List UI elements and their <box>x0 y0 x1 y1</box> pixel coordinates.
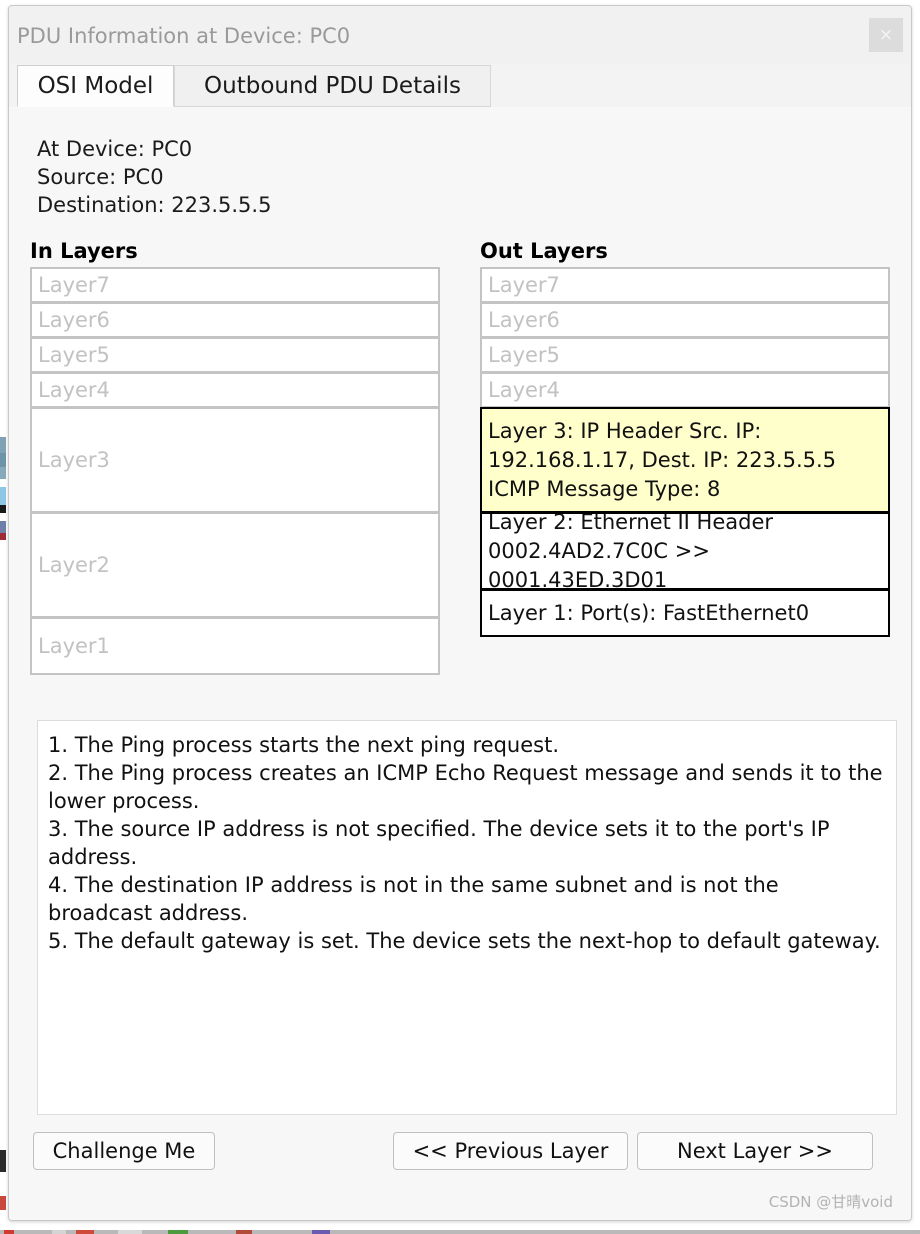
close-button[interactable]: × <box>869 18 903 52</box>
background-artifact <box>0 487 6 505</box>
pdu-information-dialog: PDU Information at Device: PC0 × OSI Mod… <box>8 5 912 1221</box>
in-layer-box-label: Layer1 <box>38 634 110 658</box>
out-layer-box-5[interactable]: Layer 3: IP Header Src. IP: 192.168.1.17… <box>480 407 890 513</box>
osi-model-panel: At Device: PC0 Source: PC0 Destination: … <box>9 107 911 1220</box>
out-layer-box-3[interactable]: Layer5 <box>480 337 890 373</box>
watermark: CSDN @甘晴void <box>768 1193 893 1211</box>
out-layers-heading: Out Layers <box>480 239 608 263</box>
device-info-block: At Device: PC0 Source: PC0 Destination: … <box>37 135 271 219</box>
background-artifact <box>0 437 6 453</box>
out-layer-box-label: Layer4 <box>488 378 560 402</box>
out-layer-box-label: Layer 2: Ethernet II Header 0002.4AD2.7C… <box>488 512 773 590</box>
in-layers-stack: Layer7 Layer6 Layer5 Layer4 Layer3 Layer2 Laye… <box>30 267 440 675</box>
in-layer-box-4[interactable]: Layer4 <box>30 372 440 408</box>
in-layer-box-6[interactable]: Layer2 <box>30 512 440 618</box>
in-layer-box-1[interactable]: Layer7 <box>30 267 440 303</box>
out-layer-box-label: Layer 1: Port(s): FastEthernet0 <box>488 600 810 625</box>
in-layer-box-label: Layer5 <box>38 343 110 367</box>
at-device-line: At Device: PC0 <box>37 137 193 161</box>
in-layer-box-label: Layer3 <box>38 448 110 472</box>
background-artifact <box>0 533 6 540</box>
out-layer-box-2[interactable]: Layer6 <box>480 302 890 338</box>
description-line: 4. The destination IP address is not in … <box>48 873 779 925</box>
next-layer-button[interactable]: Next Layer >> <box>637 1132 873 1170</box>
in-layer-box-2[interactable]: Layer6 <box>30 302 440 338</box>
background-artifact <box>0 505 6 513</box>
in-layer-box-7[interactable]: Layer1 <box>30 617 440 675</box>
description-line: 3. The source IP address is not specifie… <box>48 817 830 869</box>
out-layer-box-7[interactable]: Layer 1: Port(s): FastEthernet0 <box>480 589 890 637</box>
out-layer-box-label: Layer 3: IP Header Src. IP: 192.168.1.17… <box>488 418 837 501</box>
background-artifact <box>76 1230 94 1234</box>
in-layer-box-label: Layer6 <box>38 308 110 332</box>
background-artifact <box>236 1230 252 1234</box>
background-artifact <box>0 453 6 467</box>
previous-layer-button[interactable]: << Previous Layer <box>393 1132 628 1170</box>
description-panel: 1. The Ping process starts the next ping… <box>37 720 897 1115</box>
challenge-me-button[interactable]: Challenge Me <box>33 1132 215 1170</box>
background-artifact <box>118 1230 142 1234</box>
description-line: 1. The Ping process starts the next ping… <box>48 733 560 757</box>
out-layer-box-label: Layer6 <box>488 308 560 332</box>
in-layer-box-label: Layer2 <box>38 553 110 577</box>
description-line: 5. The default gateway is set. The devic… <box>48 929 881 953</box>
background-artifact <box>52 1230 66 1234</box>
out-layer-box-label: Layer7 <box>488 273 560 297</box>
source-line: Source: PC0 <box>37 165 164 189</box>
tab-bar: OSI Model Outbound PDU Details <box>17 65 905 107</box>
in-layer-box-3[interactable]: Layer5 <box>30 337 440 373</box>
background-artifact <box>0 521 6 533</box>
out-layer-box-1[interactable]: Layer7 <box>480 267 890 303</box>
background-artifact <box>312 1230 330 1234</box>
description-line: 2. The Ping process creates an ICMP Echo… <box>48 761 883 813</box>
background-artifact <box>0 467 6 479</box>
dialog-title: PDU Information at Device: PC0 <box>17 24 351 48</box>
background-artifact <box>4 1230 14 1234</box>
in-layers-heading: In Layers <box>30 239 138 263</box>
tab-filler <box>491 65 905 107</box>
in-layer-box-5[interactable]: Layer3 <box>30 407 440 513</box>
out-layer-box-6[interactable]: Layer 2: Ethernet II Header 0002.4AD2.7C… <box>480 512 890 590</box>
in-layer-box-label: Layer4 <box>38 378 110 402</box>
background-artifact <box>168 1230 188 1234</box>
out-layer-box-label: Layer5 <box>488 343 560 367</box>
out-layers-stack: Layer7 Layer6 Layer5 Layer4 Layer 3: IP Head… <box>480 267 890 637</box>
out-layer-box-4[interactable]: Layer4 <box>480 372 890 408</box>
close-icon: × <box>878 25 894 45</box>
tab-osi-model[interactable]: OSI Model <box>17 65 174 107</box>
destination-line: Destination: 223.5.5.5 <box>37 193 272 217</box>
background-artifact <box>0 1150 6 1172</box>
background-artifact <box>0 1196 6 1210</box>
dialog-titlebar[interactable]: PDU Information at Device: PC0 × <box>9 6 911 64</box>
tab-outbound-pdu-details[interactable]: Outbound PDU Details <box>174 65 491 107</box>
in-layer-box-label: Layer7 <box>38 273 110 297</box>
